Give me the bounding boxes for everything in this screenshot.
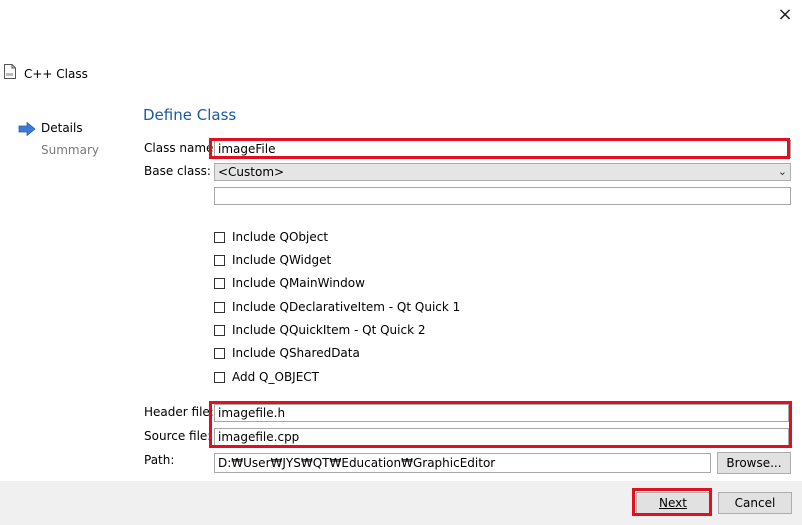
option-include-qmainwindow[interactable]: Include QMainWindow	[214, 274, 365, 292]
class-name-highlight	[209, 138, 790, 159]
option-label: Include QObject	[232, 230, 329, 244]
step-details: Details	[41, 121, 83, 135]
base-class-value: <Custom>	[218, 165, 285, 179]
source-file-label: Source file:	[144, 429, 212, 443]
checkbox[interactable]	[214, 254, 225, 266]
page-title: Define Class	[143, 106, 237, 124]
option-label: Include QMainWindow	[232, 276, 365, 290]
checkbox[interactable]	[214, 347, 225, 359]
custom-base-class-input[interactable]	[214, 187, 791, 205]
checkbox[interactable]	[214, 324, 225, 336]
option-label: Include QWidget	[232, 253, 332, 267]
option-include-qobject[interactable]: Include QObject	[214, 228, 328, 246]
browse-button[interactable]: Browse...	[717, 452, 791, 474]
wizard-title: C++ Class	[24, 67, 88, 81]
option-label: Include QSharedData	[232, 346, 360, 360]
option-add-q-object[interactable]: Add Q_OBJECT	[214, 368, 319, 386]
option-label: Include QDeclarativeItem - Qt Quick 1	[232, 300, 461, 314]
option-include-qshareddata[interactable]: Include QSharedData	[214, 344, 360, 362]
file-fields-highlight	[209, 401, 792, 448]
checkbox[interactable]	[214, 301, 225, 313]
checkbox[interactable]	[214, 371, 225, 383]
option-label: Add Q_OBJECT	[232, 370, 319, 384]
path-input[interactable]: D:₩User₩JYS₩QT₩Education₩GraphicEditor	[214, 453, 711, 473]
option-label: Include QQuickItem - Qt Quick 2	[232, 323, 426, 337]
chevron-down-icon: ⌄	[777, 165, 787, 178]
next-button-highlight	[632, 488, 712, 516]
base-class-label: Base class:	[144, 164, 211, 178]
class-name-label: Class name:	[144, 141, 218, 155]
option-include-qquickitem[interactable]: Include QQuickItem - Qt Quick 2	[214, 321, 426, 339]
current-step-arrow-icon	[18, 122, 36, 136]
step-summary: Summary	[41, 143, 99, 157]
checkbox[interactable]	[214, 231, 225, 243]
close-icon[interactable]: ×	[774, 4, 796, 26]
document-icon	[4, 64, 16, 79]
option-include-qdeclarativeitem[interactable]: Include QDeclarativeItem - Qt Quick 1	[214, 298, 460, 316]
path-label: Path:	[144, 453, 175, 467]
checkbox[interactable]	[214, 277, 225, 289]
base-class-select[interactable]: <Custom> ⌄	[214, 163, 791, 181]
cancel-button[interactable]: Cancel	[718, 492, 792, 514]
option-include-qwidget[interactable]: Include QWidget	[214, 251, 331, 269]
header-file-label: Header file:	[144, 405, 214, 419]
